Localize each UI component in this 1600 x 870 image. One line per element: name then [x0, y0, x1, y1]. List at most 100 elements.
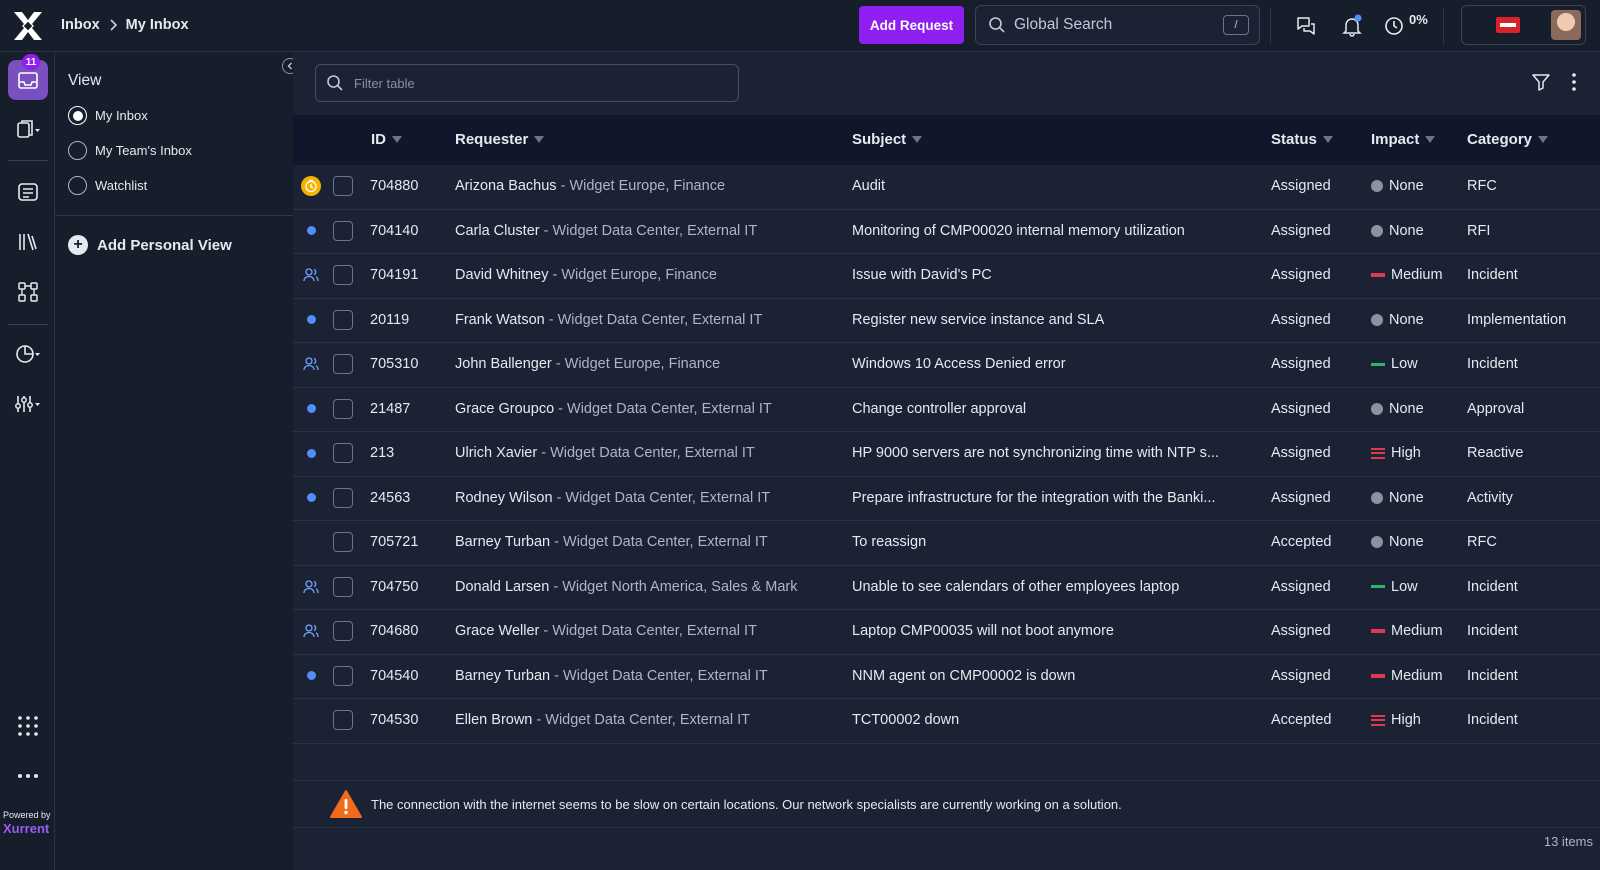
more-vertical-icon[interactable]: [1564, 72, 1584, 92]
request-id[interactable]: 705721: [370, 534, 418, 550]
rail-analytics-menu[interactable]: [8, 334, 48, 374]
request-id[interactable]: 704880: [370, 178, 418, 194]
subject[interactable]: Laptop CMP00035 will not boot anymore: [852, 623, 1252, 639]
xurrent-logo-icon[interactable]: [12, 10, 44, 42]
request-id[interactable]: 704140: [370, 223, 418, 239]
table-row[interactable]: 705721 Barney Turban - Widget Data Center…: [293, 521, 1600, 566]
row-checkbox[interactable]: [333, 176, 353, 196]
subject[interactable]: NNM agent on CMP00002 is down: [852, 668, 1252, 684]
request-id[interactable]: 704540: [370, 668, 418, 684]
subject[interactable]: TCT00002 down: [852, 712, 1252, 728]
add-request-button[interactable]: Add Request: [859, 6, 964, 44]
table-row[interactable]: 704880 Arizona Bachus - Widget Europe, Fi…: [293, 165, 1600, 210]
rail-apps[interactable]: [8, 706, 48, 746]
table-row[interactable]: 704140 Carla Cluster - Widget Data Center…: [293, 210, 1600, 254]
row-checkbox[interactable]: [333, 576, 353, 597]
subject[interactable]: Audit: [852, 178, 1252, 194]
row-checkbox[interactable]: [333, 265, 353, 285]
radio-button[interactable]: [68, 176, 87, 195]
row-checkbox[interactable]: [333, 354, 353, 374]
subject[interactable]: Register new service instance and SLA: [852, 312, 1252, 328]
view-option-team-inbox[interactable]: My Team's Inbox: [68, 141, 192, 160]
subject[interactable]: To reassign: [852, 534, 1252, 550]
rail-service-desk[interactable]: [8, 172, 48, 212]
impact-none-icon: [1371, 491, 1383, 504]
table-row[interactable]: 704680 Grace Weller - Widget Data Center,…: [293, 610, 1600, 655]
impact-high-icon: [1371, 447, 1385, 459]
request-id[interactable]: 20119: [370, 312, 409, 328]
view-option-watchlist[interactable]: Watchlist: [68, 176, 147, 195]
rail-workflows[interactable]: [8, 272, 48, 312]
sort-caret-icon: [1322, 136, 1333, 143]
notifications-bell-icon[interactable]: [1340, 14, 1364, 38]
request-id[interactable]: 24563: [370, 490, 410, 506]
request-id[interactable]: 213: [370, 445, 394, 461]
column-header-id[interactable]: ID: [371, 131, 402, 148]
impact-label: Low: [1391, 356, 1418, 372]
row-checkbox[interactable]: [333, 710, 353, 730]
row-checkbox[interactable]: [333, 220, 353, 241]
row-checkbox[interactable]: [333, 398, 353, 419]
requester-cell: Grace Groupco - Widget Data Center, Exte…: [455, 401, 850, 417]
time-tracking-clock-icon[interactable]: [1383, 14, 1407, 38]
subject[interactable]: Monitoring of CMP00020 internal memory u…: [852, 223, 1252, 239]
table-row[interactable]: 704540 Barney Turban - Widget Data Center…: [293, 655, 1600, 699]
column-header-requester[interactable]: Requester: [455, 131, 545, 148]
column-header-subject[interactable]: Subject: [852, 131, 923, 148]
column-header-impact[interactable]: Impact: [1371, 131, 1436, 148]
brand-name[interactable]: Xurrent: [3, 821, 49, 836]
table-row[interactable]: 705310 John Ballenger - Widget Europe, Fi…: [293, 343, 1600, 388]
requester-cell: Carla Cluster - Widget Data Center, Exte…: [455, 223, 850, 239]
column-label: ID: [371, 131, 386, 148]
column-header-status[interactable]: Status: [1271, 131, 1333, 148]
rail-library[interactable]: [8, 222, 48, 262]
time-tracking-percent: 0%: [1409, 12, 1428, 27]
rail-settings-menu[interactable]: [8, 384, 48, 424]
table-row[interactable]: 213 Ulrich Xavier - Widget Data Center, E…: [293, 432, 1600, 477]
table-row[interactable]: 704191 David Whitney - Widget Europe, Fin…: [293, 254, 1600, 299]
radio-button[interactable]: [68, 106, 87, 125]
view-option-my-inbox[interactable]: My Inbox: [68, 106, 148, 125]
table-row[interactable]: 704750 Donald Larsen - Widget North Ameri…: [293, 566, 1600, 610]
subject[interactable]: Issue with David's PC: [852, 267, 1252, 283]
filter-table-input[interactable]: Filter table: [315, 64, 739, 102]
requester-organization: - Widget Europe, Finance: [548, 267, 717, 283]
request-id[interactable]: 704680: [370, 623, 418, 639]
rail-records-menu[interactable]: [8, 110, 48, 150]
account-switcher[interactable]: [1461, 5, 1586, 45]
table-row[interactable]: 24563 Rodney Wilson - Widget Data Center,…: [293, 477, 1600, 521]
breadcrumb-inbox[interactable]: Inbox: [61, 17, 100, 33]
subject[interactable]: Windows 10 Access Denied error: [852, 356, 1252, 372]
row-checkbox[interactable]: [333, 487, 353, 508]
row-checkbox[interactable]: [333, 665, 353, 686]
table-row[interactable]: 21487 Grace Groupco - Widget Data Center,…: [293, 388, 1600, 432]
global-search-input[interactable]: Global Search /: [975, 5, 1260, 45]
subject[interactable]: HP 9000 servers are not synchronizing ti…: [852, 445, 1252, 461]
row-checkbox[interactable]: [333, 309, 353, 330]
column-header-category[interactable]: Category: [1467, 131, 1549, 148]
row-checkbox[interactable]: [333, 443, 353, 463]
chat-icon[interactable]: [1294, 14, 1318, 38]
rail-inbox[interactable]: 11: [8, 54, 48, 100]
subject[interactable]: Unable to see calendars of other employe…: [852, 579, 1252, 595]
request-id[interactable]: 704191: [370, 267, 418, 283]
row-checkbox[interactable]: [333, 532, 353, 552]
subject[interactable]: Change controller approval: [852, 401, 1252, 417]
announcement-banner: The connection with the internet seems t…: [293, 780, 1600, 828]
requester-organization: - Widget Data Center, External IT: [554, 400, 772, 417]
request-id[interactable]: 705310: [370, 356, 418, 372]
request-id[interactable]: 21487: [370, 401, 410, 417]
row-checkbox[interactable]: [333, 621, 353, 641]
subject[interactable]: Prepare infrastructure for the integrati…: [852, 490, 1252, 506]
status: Assigned: [1271, 623, 1331, 639]
rail-more[interactable]: [8, 756, 48, 796]
request-id[interactable]: 704530: [370, 712, 418, 728]
request-id[interactable]: 704750: [370, 579, 418, 595]
radio-button[interactable]: [68, 141, 87, 160]
user-avatar[interactable]: [1551, 10, 1581, 40]
table-row[interactable]: 704530 Ellen Brown - Widget Data Center, …: [293, 699, 1600, 744]
requester-cell: Grace Weller - Widget Data Center, Exter…: [455, 623, 850, 639]
table-row[interactable]: 20119 Frank Watson - Widget Data Center, …: [293, 299, 1600, 343]
add-personal-view-button[interactable]: + Add Personal View: [68, 235, 232, 255]
filter-funnel-icon[interactable]: [1531, 72, 1551, 92]
